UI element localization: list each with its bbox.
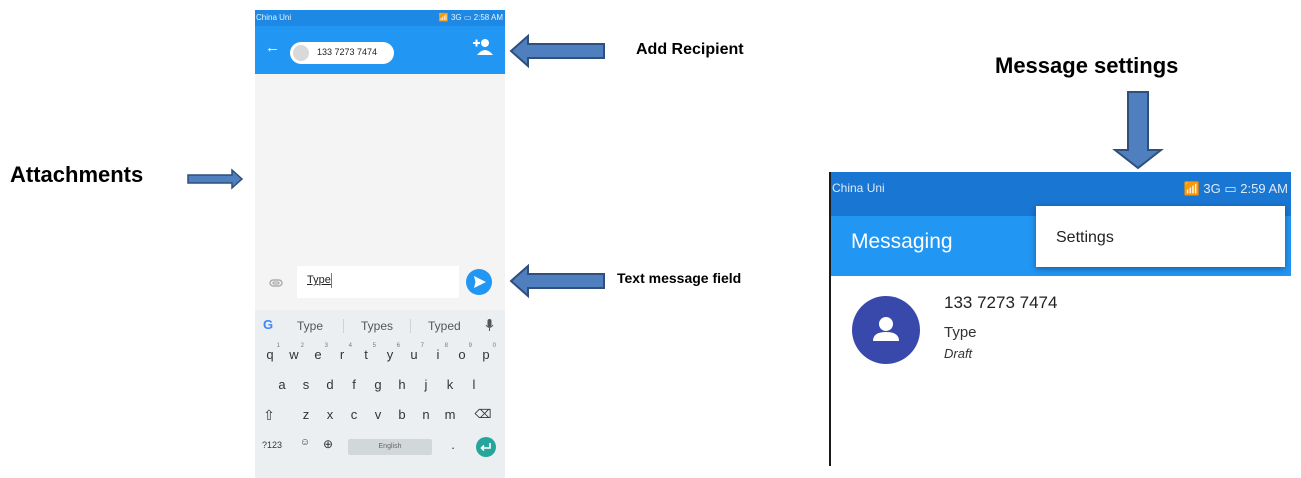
attachments-arrow: [187, 168, 244, 190]
attachments-label: Attachments: [10, 162, 144, 187]
add-recipient-arrow: [509, 33, 605, 69]
message-settings-label: Message settings: [995, 53, 1179, 78]
add-recipient-label: Add Recipient: [636, 41, 744, 58]
message-settings-arrow: [1112, 91, 1164, 170]
text-message-field-label: Text message field: [617, 270, 742, 286]
text-field-arrow: [509, 263, 605, 299]
